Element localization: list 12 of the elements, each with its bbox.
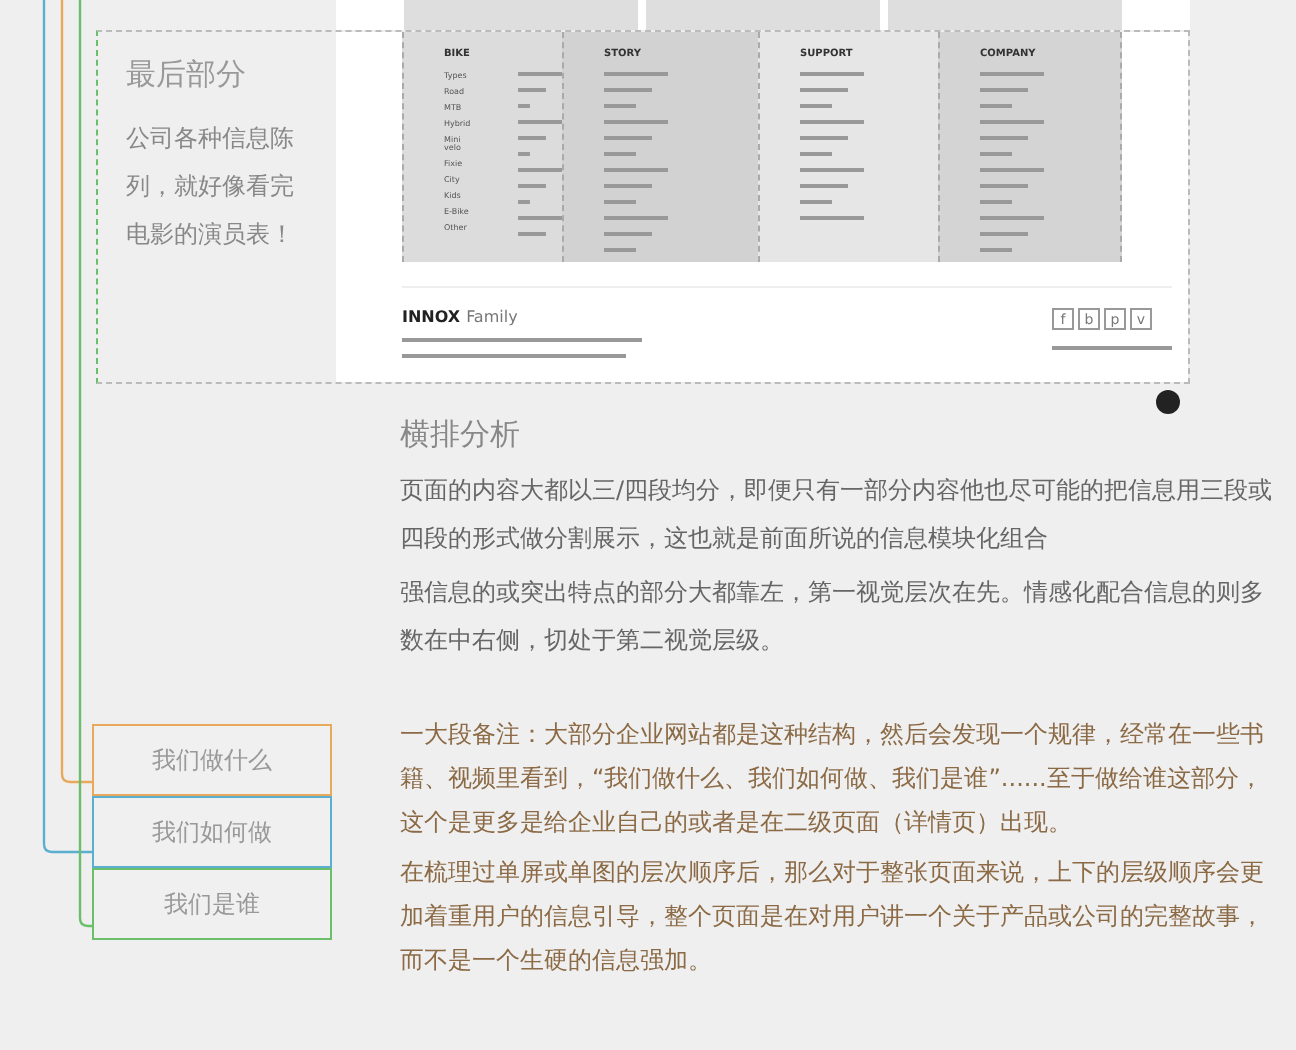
scroll-top-button[interactable] [1156, 390, 1180, 414]
section-heading: 横排分析 [400, 416, 522, 454]
section-label: 我们做什么 [92, 724, 332, 796]
paragraph: 强信息的或突出特点的部分大都靠左，第一视觉层次在先。情感化配合信息的则多数在中右侧，切处于第二视觉层级。 [400, 576, 1266, 658]
paragraph: 页面的内容大都以三/四段均分，即便只有一部分内容他也尽可能的把信息用三段或四段的形式做分割展示，这也就是前面所说的信息模块化组合 [400, 474, 1275, 556]
section-label: 我们如何做 [92, 796, 332, 868]
annotation-text: 公司各种信息陈列，就好像看完电影的演员表！ [126, 122, 296, 252]
paragraph: 在梳理过单屏或单图的层次顺序后，那么对于整张页面来说，上下的层级顺序会更加着重用户的信息引导，整个页面是在对用户讲一个关于产品或公司的完整故事，而不是一个生硬的信息强加。 [400, 856, 1266, 978]
paragraph: 一大段备注：大部分企业网站都是这种结构，然后会发现一个规律，经常在一些书籍、视频里看到，“我们做什么、我们如何做、我们是谁”......至于做给谁这部分，这个是更多是给企业自己的或者是在二级页面（详情页）出现。 [400, 718, 1266, 840]
brand-logo: INNOX Family [402, 308, 520, 326]
section-label: 我们是谁 [92, 868, 332, 940]
annotation-title: 最后部分 [126, 56, 248, 94]
